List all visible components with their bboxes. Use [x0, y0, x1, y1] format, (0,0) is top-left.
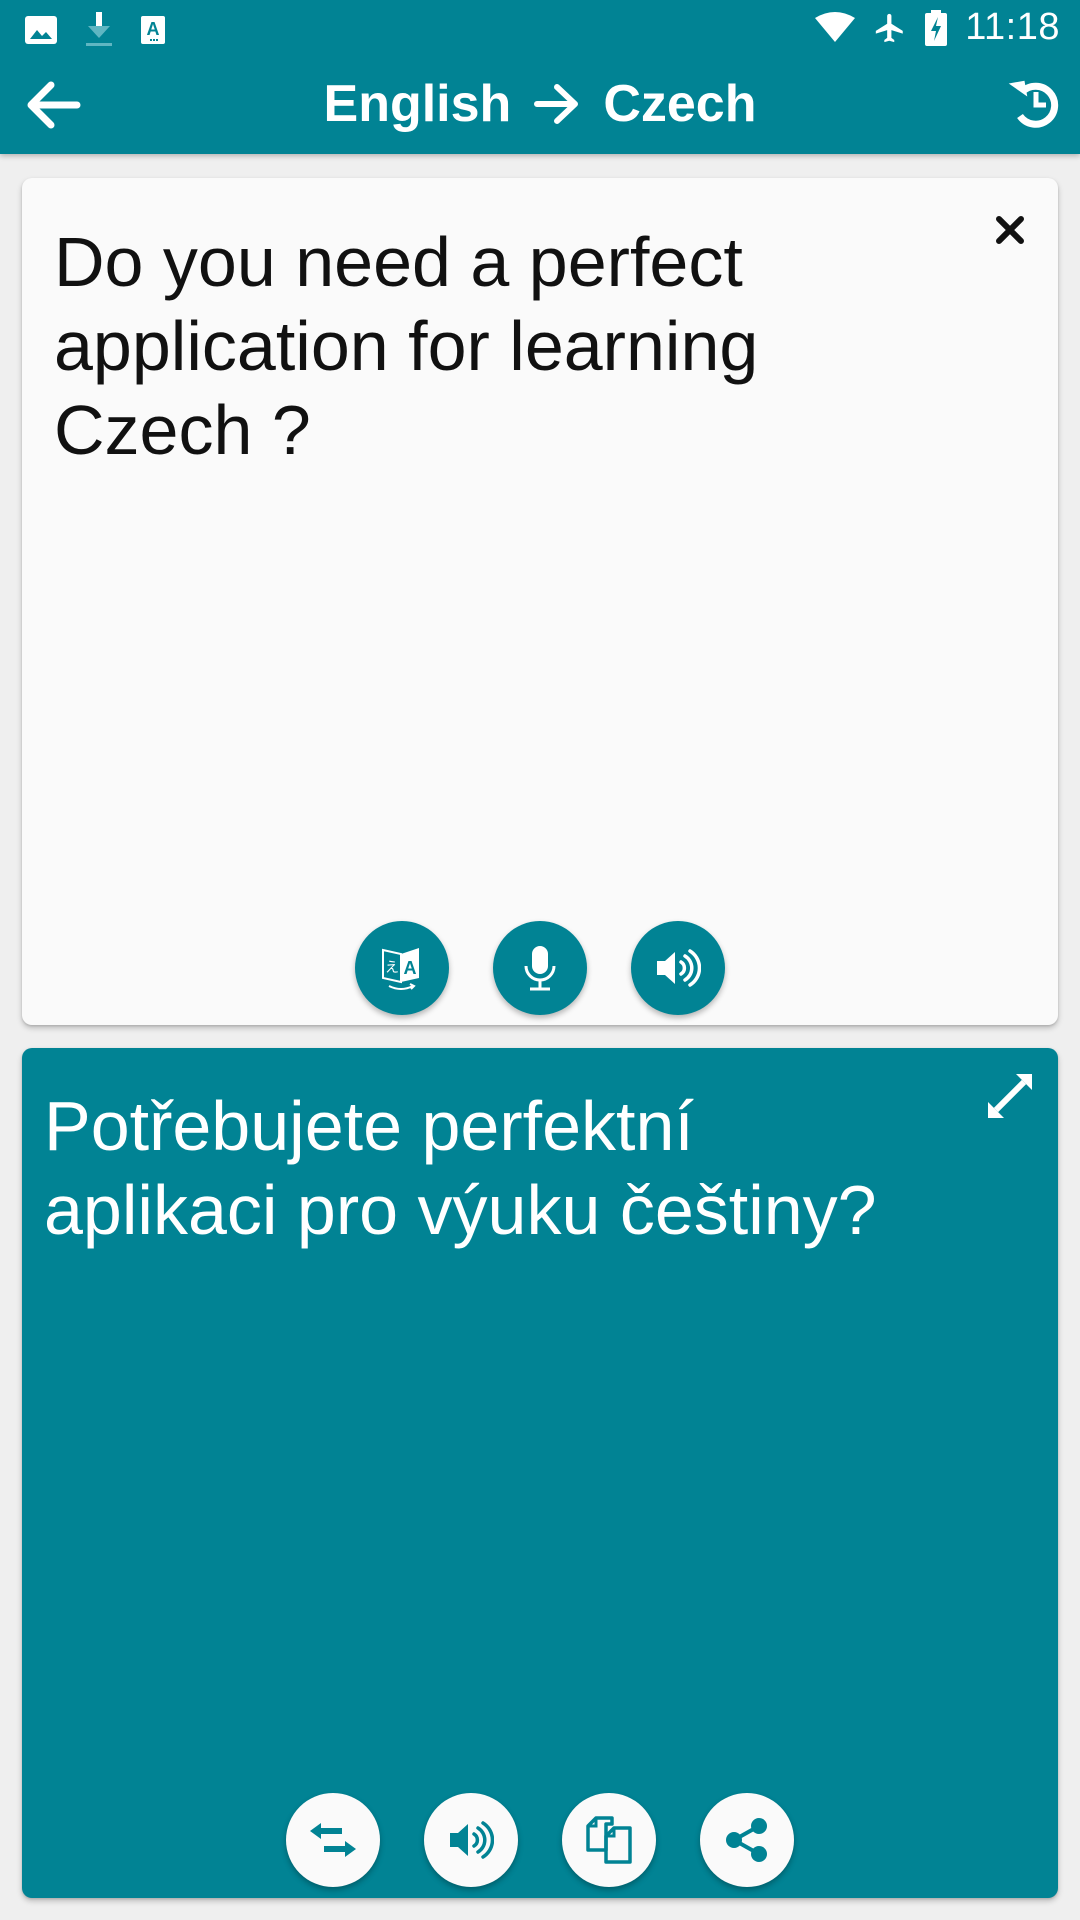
language-pair-title[interactable]: English Czech: [0, 74, 1080, 134]
status-bar: A 11:18: [0, 0, 1080, 56]
speak-source-button[interactable]: [631, 921, 725, 1015]
svg-text:A: A: [404, 958, 417, 978]
source-text-input[interactable]: Do you need a perfect application for le…: [54, 220, 934, 472]
microphone-icon: [524, 946, 556, 991]
swap-icon: [310, 1823, 356, 1857]
expand-icon: [988, 1074, 1032, 1118]
top-bar: A 11:18 English Czech: [0, 0, 1080, 154]
copy-button[interactable]: [562, 1793, 656, 1887]
translation-text: Potřebujete perfektní aplikaci pro výuku…: [44, 1087, 877, 1249]
share-icon: [726, 1818, 767, 1862]
microphone-button[interactable]: [493, 921, 587, 1015]
translate-icon: A え: [382, 948, 419, 990]
speaker-icon: [450, 1821, 494, 1859]
expand-button[interactable]: [978, 1064, 1042, 1128]
battery-charging-icon: [925, 9, 948, 46]
swap-languages-button[interactable]: [286, 1793, 380, 1887]
source-card: Do you need a perfect application for le…: [22, 178, 1058, 1025]
translate-button[interactable]: A え: [355, 921, 449, 1015]
translation-card: Potřebujete perfektní aplikaci pro výuku…: [22, 1048, 1058, 1898]
wifi-icon: [815, 11, 856, 42]
copy-icon: [586, 1816, 632, 1864]
svg-text:え: え: [385, 960, 399, 976]
svg-text:A: A: [147, 19, 160, 39]
download-icon: [86, 12, 112, 46]
history-icon: [1008, 80, 1059, 128]
clear-button[interactable]: [980, 200, 1040, 260]
history-button[interactable]: [1000, 68, 1070, 138]
airplane-mode-icon: [876, 13, 903, 42]
close-icon: [996, 216, 1024, 244]
status-time: 11:18: [965, 6, 1060, 48]
speaker-icon: [657, 949, 701, 987]
app-bar: English Czech: [0, 56, 1080, 154]
arrow-right-icon: [534, 84, 579, 124]
target-language-label[interactable]: Czech: [603, 74, 756, 134]
font-icon: A: [141, 16, 165, 44]
share-button[interactable]: [700, 1793, 794, 1887]
image-icon: [25, 16, 57, 44]
source-language-label[interactable]: English: [324, 74, 512, 134]
speak-translation-button[interactable]: [424, 1793, 518, 1887]
